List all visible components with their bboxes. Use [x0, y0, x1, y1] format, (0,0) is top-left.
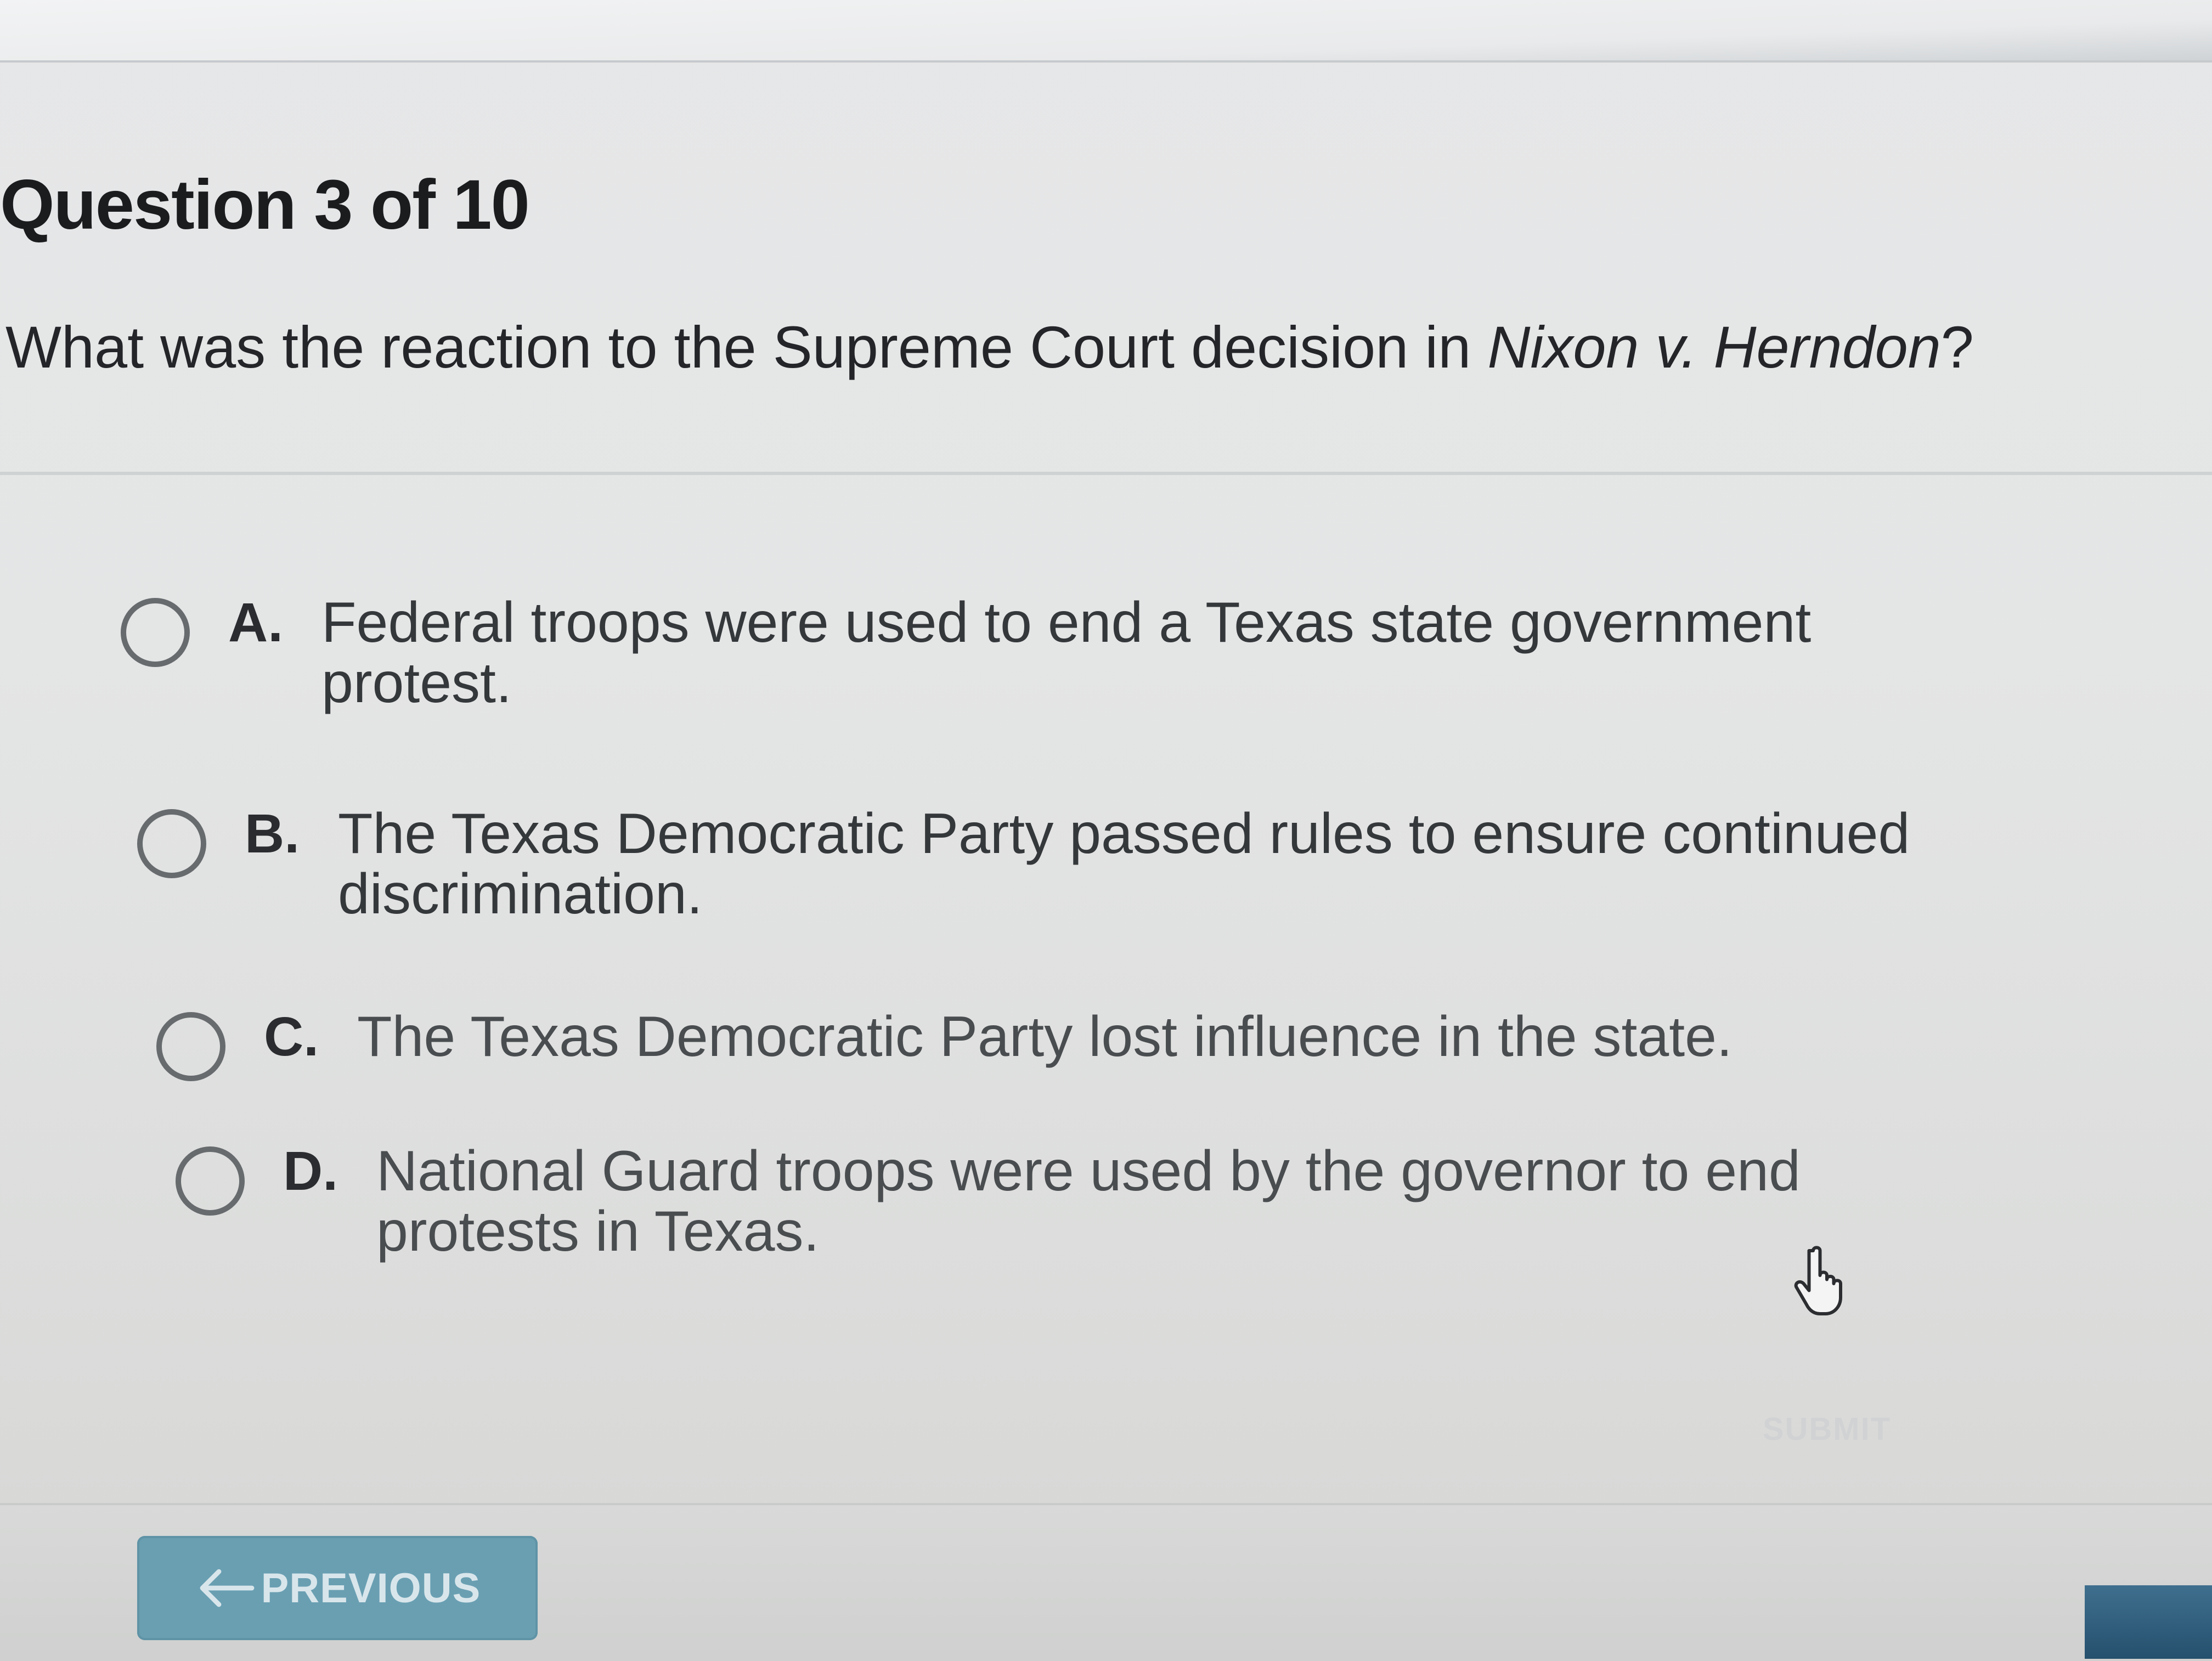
- option-text: Federal troops were used to end a Texas …: [321, 591, 1812, 715]
- question-prefix: What was the reaction to the Supreme Cou…: [5, 314, 1488, 380]
- option-letter: A.: [228, 592, 283, 653]
- previous-button[interactable]: PREVIOUS: [137, 1536, 538, 1640]
- radio-unselected-icon[interactable]: [121, 598, 190, 667]
- answer-option-c[interactable]: C. The Texas Democratic Party lost influ…: [156, 1007, 1976, 1081]
- option-letter: D.: [283, 1140, 338, 1202]
- hand-pointer-icon: [1794, 1246, 1842, 1315]
- radio-unselected-icon[interactable]: [156, 1012, 225, 1081]
- option-letter: B.: [245, 803, 300, 865]
- arrow-left-icon: [200, 1569, 254, 1607]
- answer-option-b[interactable]: B. The Texas Democratic Party passed rul…: [137, 804, 1956, 924]
- option-text: The Texas Democratic Party passed rules …: [338, 802, 1910, 926]
- option-text: National Guard troops were used by the g…: [376, 1139, 1801, 1264]
- question-case-name: Nixon v. Herndon: [1487, 314, 1941, 380]
- question-divider: [0, 472, 2212, 475]
- question-text: What was the reaction to the Supreme Cou…: [5, 313, 2090, 381]
- radio-unselected-icon[interactable]: [176, 1146, 245, 1216]
- question-counter: Question 3 of 10: [0, 166, 530, 244]
- answer-option-a[interactable]: A. Federal troops were used to end a Tex…: [121, 592, 1940, 713]
- question-suffix: ?: [1940, 314, 1974, 380]
- previous-button-label: PREVIOUS: [261, 1564, 481, 1612]
- browser-top-edge: [0, 0, 2212, 63]
- radio-unselected-icon[interactable]: [137, 809, 206, 878]
- screen-bezel-corner: [2085, 1585, 2212, 1659]
- submit-button[interactable]: SUBMIT: [1739, 1404, 1915, 1454]
- answer-option-d[interactable]: D. National Guard troops were used by th…: [176, 1141, 1995, 1262]
- option-letter: C.: [264, 1006, 319, 1067]
- option-text: The Texas Democratic Party lost influenc…: [357, 1005, 1733, 1069]
